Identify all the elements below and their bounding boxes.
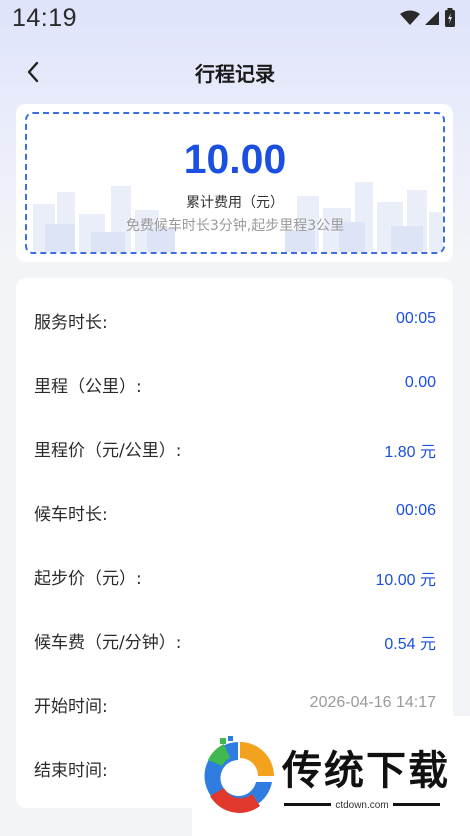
detail-row-waiting-fee: 候车费（元/分钟）: 0.54 元 — [16, 620, 453, 660]
status-time: 14:19 — [12, 4, 78, 32]
detail-value: 10.00 元 — [375, 572, 437, 589]
detail-value: 2026-04-16 14:17 — [309, 694, 436, 711]
total-fee-amount: 10.00 — [183, 136, 287, 182]
brand-domain: ctdown.com — [284, 800, 440, 811]
wifi-icon — [400, 10, 420, 25]
detail-label: 里程（公里）: — [34, 377, 142, 397]
watermark: 传统下载 ctdown.com — [192, 716, 470, 836]
detail-label: 服务时长: — [34, 313, 108, 333]
detail-value: 00:05 — [395, 310, 436, 327]
detail-row-waiting-duration: 候车时长: 00:06 — [16, 492, 453, 532]
status-bar: 14:19 — [0, 0, 470, 40]
detail-value: 0.00 — [404, 374, 436, 391]
fee-rule-note: 免费候车时长3分钟,起步里程3公里 — [125, 218, 345, 234]
detail-label: 候车费（元/分钟）: — [34, 633, 182, 653]
battery-icon — [445, 8, 455, 27]
fee-summary-frame: 10.00 累计费用（元） 免费候车时长3分钟,起步里程3公里 — [25, 112, 445, 254]
detail-label: 结束时间: — [34, 761, 108, 781]
detail-value: 0.54 元 — [384, 636, 436, 653]
page-title: 行程记录 — [195, 62, 275, 86]
detail-label: 候车时长: — [34, 505, 108, 525]
brand-domain-text: ctdown.com — [331, 800, 393, 811]
detail-row-distance: 里程（公里）: 0.00 — [16, 364, 453, 404]
status-icons — [400, 8, 456, 28]
detail-row-base-fare: 起步价（元）: 10.00 元 — [16, 556, 453, 596]
detail-row-distance-price: 里程价（元/公里）: 1.80 元 — [16, 428, 453, 468]
detail-value: 1.80 元 — [384, 444, 436, 461]
nav-bar: 行程记录 — [0, 48, 470, 98]
fee-summary-card: 10.00 累计费用（元） 免费候车时长3分钟,起步里程3公里 — [16, 104, 453, 262]
detail-label: 起步价（元）: — [34, 569, 142, 589]
brand-logo-icon — [204, 736, 274, 813]
detail-label: 里程价（元/公里）: — [34, 441, 182, 461]
detail-label: 开始时间: — [34, 697, 108, 717]
total-fee-label: 累计费用（元） — [186, 195, 284, 211]
detail-row-service-duration: 服务时长: 00:05 — [16, 300, 453, 340]
signal-icon — [425, 11, 439, 25]
brand-name: 传统下载 — [282, 748, 450, 794]
detail-value: 00:06 — [395, 502, 436, 519]
